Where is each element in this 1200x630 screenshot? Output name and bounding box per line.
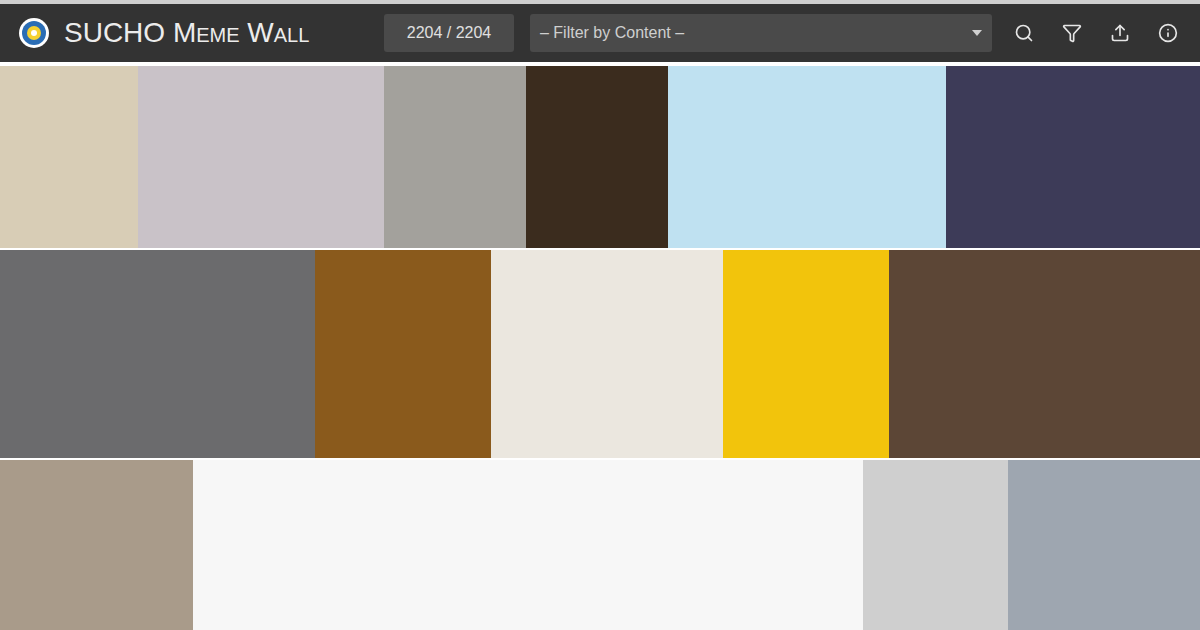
meme-tile[interactable] [491, 250, 723, 458]
counter-box: 2204 / 2204 [384, 14, 514, 52]
meme-tile[interactable] [138, 66, 384, 248]
meme-tile[interactable] [0, 460, 193, 630]
search-icon[interactable] [1014, 23, 1034, 43]
upload-icon[interactable] [1110, 23, 1130, 43]
meme-tile[interactable] [526, 66, 668, 248]
filter-select[interactable]: – Filter by Content – [530, 14, 992, 52]
meme-tile[interactable] [668, 66, 946, 248]
dropdown-caret-icon [972, 30, 982, 36]
meme-tile[interactable] [1008, 460, 1200, 630]
meme-tile[interactable] [946, 66, 1200, 248]
meme-tile[interactable] [384, 66, 526, 248]
filter-placeholder: – Filter by Content – [540, 21, 684, 45]
meme-tile[interactable] [889, 250, 1200, 458]
meme-row [0, 460, 1200, 630]
sucho-logo-icon [18, 17, 50, 49]
site-title[interactable]: SUCHO Meme Wall [64, 12, 380, 54]
meme-tile[interactable] [193, 460, 863, 630]
meme-row [0, 66, 1200, 248]
meme-wall [0, 62, 1200, 630]
meme-tile[interactable] [315, 250, 491, 458]
meme-tile[interactable] [0, 66, 138, 248]
meme-tile[interactable] [723, 250, 889, 458]
toolbar-icons [1014, 23, 1182, 43]
filter-icon[interactable] [1062, 23, 1082, 43]
meme-tile[interactable] [863, 460, 1008, 630]
meme-tile[interactable] [0, 250, 315, 458]
meme-wall-page: SUCHO Meme Wall2204 / 2204 – Filter by Co… [0, 0, 1200, 630]
info-icon[interactable] [1158, 23, 1178, 43]
meme-row [0, 250, 1200, 458]
header-bar: SUCHO Meme Wall2204 / 2204 – Filter by Co… [0, 4, 1200, 62]
